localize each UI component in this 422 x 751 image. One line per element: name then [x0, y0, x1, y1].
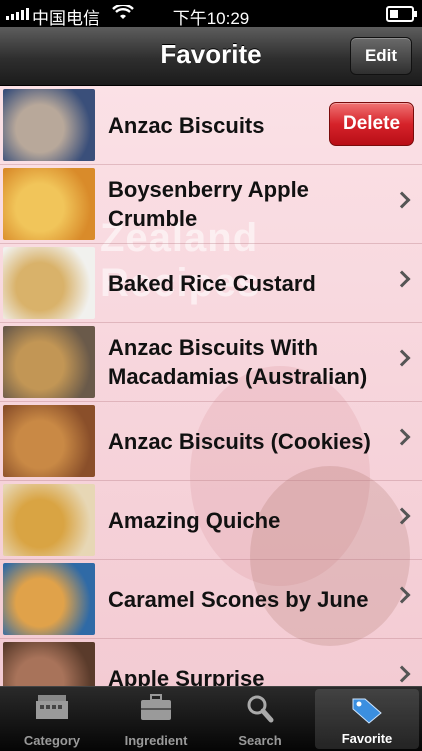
- favorite-list[interactable]: Zealand Recipes Anzac Biscuits Delete Boys…: [0, 86, 422, 686]
- list-item[interactable]: Anzac Biscuits (Cookies): [0, 402, 422, 481]
- chevron-right-icon: [393, 507, 411, 525]
- chevron-right-icon: [393, 428, 411, 446]
- tab-favorite[interactable]: Favorite: [315, 689, 419, 749]
- tab-label: Search: [238, 733, 282, 748]
- search-icon: [242, 693, 278, 726]
- status-bar: 中国电信 下午10:29: [0, 0, 422, 28]
- recipe-title: Apple Surprise: [108, 666, 265, 686]
- recipe-thumbnail: [3, 563, 95, 635]
- list-item[interactable]: Anzac Biscuits Delete: [0, 86, 422, 165]
- recipe-thumbnail: [3, 642, 95, 686]
- chevron-right-icon: [393, 270, 411, 288]
- list-item[interactable]: Caramel Scones by June: [0, 560, 422, 639]
- tab-label: Favorite: [341, 731, 393, 746]
- chevron-right-icon: [393, 191, 411, 209]
- recipe-title: Boysenberry Apple Crumble: [108, 177, 309, 231]
- tab-category[interactable]: Category: [0, 687, 104, 751]
- battery-icon: [386, 6, 417, 22]
- chevron-right-icon: [393, 665, 411, 683]
- briefcase-icon: [138, 693, 174, 726]
- recipe-title: Anzac Biscuits With Macadamias (Australi…: [108, 335, 368, 389]
- recipe-thumbnail: [3, 326, 95, 398]
- recipe-thumbnail: [3, 89, 95, 161]
- clock-time: 下午10:29: [172, 9, 250, 28]
- recipe-title: Baked Rice Custard: [108, 271, 316, 296]
- chevron-right-icon: [393, 586, 411, 604]
- delete-button[interactable]: Delete: [329, 102, 414, 146]
- list-item[interactable]: Anzac Biscuits With Macadamias (Australi…: [0, 323, 422, 402]
- list-item[interactable]: Baked Rice Custard: [0, 244, 422, 323]
- navigation-bar: Favorite Edit: [0, 27, 422, 86]
- tab-bar: Category Ingredient Search Favorite: [0, 686, 422, 751]
- tab-ingredient[interactable]: Ingredient: [104, 687, 208, 751]
- list-item[interactable]: Amazing Quiche: [0, 481, 422, 560]
- recipe-thumbnail: [3, 484, 95, 556]
- list-item[interactable]: Apple Surprise: [0, 639, 422, 686]
- recipe-title: Caramel Scones by June: [108, 587, 369, 612]
- recipe-thumbnail: [3, 405, 95, 477]
- tab-label: Ingredient: [124, 733, 188, 748]
- tab-label: Category: [23, 733, 81, 748]
- recipe-thumbnail: [3, 247, 95, 319]
- list-item[interactable]: Boysenberry Apple Crumble: [0, 165, 422, 244]
- tab-search[interactable]: Search: [208, 687, 312, 751]
- recipe-title: Amazing Quiche: [108, 508, 281, 533]
- tag-icon: [349, 695, 385, 728]
- edit-button[interactable]: Edit: [350, 37, 412, 75]
- chevron-right-icon: [393, 349, 411, 367]
- recipe-title: Anzac Biscuits (Cookies): [108, 429, 371, 454]
- recipe-thumbnail: [3, 168, 95, 240]
- category-icon: [34, 693, 70, 726]
